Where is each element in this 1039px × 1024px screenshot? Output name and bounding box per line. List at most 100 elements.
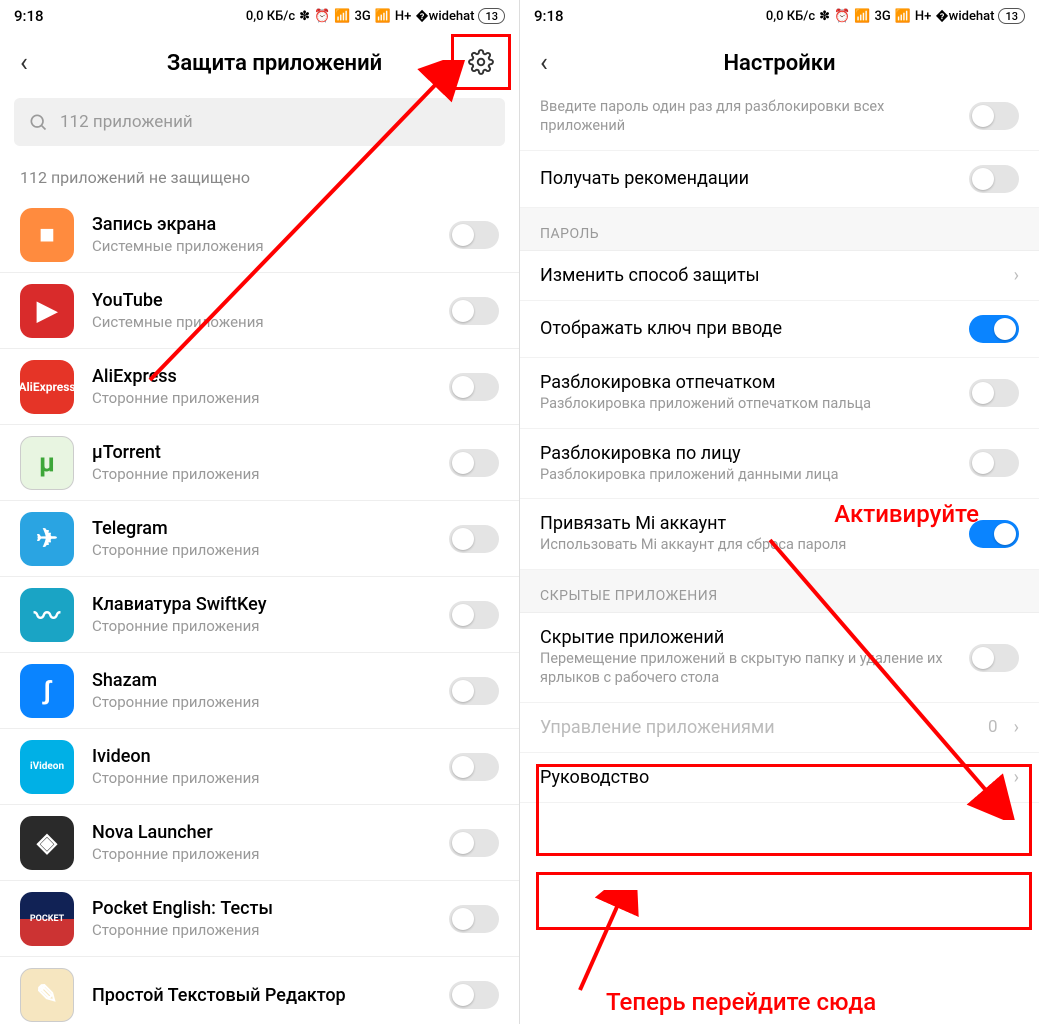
toggle[interactable]	[449, 677, 499, 705]
back-button[interactable]: ‹	[20, 48, 50, 78]
signal2-icon: 📶	[375, 9, 391, 24]
app-name: Клавиатура SwiftKey	[92, 594, 449, 615]
app-subtitle: Сторонние приложения	[92, 693, 449, 711]
back-button[interactable]: ‹	[540, 48, 570, 78]
app-info: Простой Текстовый Редактор	[92, 985, 449, 1006]
header: ‹ Защита приложений	[0, 32, 519, 94]
battery-icon: 13	[478, 8, 505, 24]
app-name: Pocket English: Тесты	[92, 898, 449, 919]
app-row[interactable]: ■ Запись экрана Системные приложения	[0, 197, 519, 273]
app-row[interactable]: ▶ YouTube Системные приложения	[0, 273, 519, 349]
app-info: Запись экрана Системные приложения	[92, 214, 449, 255]
setting-guide[interactable]: Руководство ›	[520, 753, 1039, 803]
dnd-icon: ✽	[819, 9, 830, 24]
setting-hide-apps[interactable]: Скрытие приложений Перемещение приложени…	[520, 613, 1039, 703]
app-subtitle: Системные приложения	[92, 313, 449, 331]
setting-show-key[interactable]: Отображать ключ при вводе	[520, 301, 1039, 358]
setting-manage-apps[interactable]: Управление приложениями 0 ›	[520, 703, 1039, 753]
toggle[interactable]	[449, 449, 499, 477]
app-name: Ivideon	[92, 746, 449, 767]
app-row[interactable]: ◈ Nova Launcher Сторонние приложения	[0, 805, 519, 881]
setting-group-unlock[interactable]: Введите пароль один раз для разблокировк…	[520, 94, 1039, 151]
app-row[interactable]: ʃ Shazam Сторонние приложения	[0, 653, 519, 729]
toggle[interactable]	[969, 165, 1019, 193]
setting-face[interactable]: Разблокировка по лицу Разблокировка прил…	[520, 429, 1039, 500]
app-subtitle: Сторонние приложения	[92, 541, 449, 559]
app-row[interactable]: ✈ Telegram Сторонние приложения	[0, 501, 519, 577]
app-name: μTorrent	[92, 442, 449, 463]
toggle[interactable]	[449, 829, 499, 857]
app-row[interactable]: POCKET Pocket English: Тесты Сторонние п…	[0, 881, 519, 957]
setting-sub: Введите пароль один раз для разблокировк…	[540, 98, 959, 136]
app-row[interactable]: iVideon Ivideon Сторонние приложения	[0, 729, 519, 805]
toggle[interactable]	[449, 525, 499, 553]
toggle[interactable]	[969, 379, 1019, 407]
page-title: Защита приложений	[50, 51, 499, 76]
app-subtitle: Сторонние приложения	[92, 921, 449, 939]
toggle[interactable]	[449, 753, 499, 781]
app-info: YouTube Системные приложения	[92, 290, 449, 331]
gear-highlight-box	[451, 34, 511, 90]
app-subtitle: Сторонние приложения	[92, 389, 449, 407]
toggle[interactable]	[969, 644, 1019, 672]
dnd-icon: ✽	[299, 9, 310, 24]
wifi-icon: �widehat	[935, 9, 994, 24]
setting-fingerprint[interactable]: Разблокировка отпечатком Разблокировка п…	[520, 358, 1039, 429]
net-3g: 3G	[354, 9, 370, 24]
app-icon: ✎	[20, 968, 74, 1022]
chevron-right-icon: ›	[1014, 717, 1019, 738]
status-speed: 0,0 КБ/с	[766, 9, 815, 24]
app-icon: ▶	[20, 284, 74, 338]
toggle[interactable]	[449, 297, 499, 325]
app-icon: POCKET	[20, 892, 74, 946]
app-name: AliExpress	[92, 366, 449, 387]
gear-icon[interactable]	[468, 49, 494, 75]
app-subtitle: Сторонние приложения	[92, 769, 449, 787]
status-bar: 9:18 0,0 КБ/с ✽ ⏰ 📶 3G 📶 H+ �widehat 13	[0, 0, 519, 32]
app-name: Shazam	[92, 670, 449, 691]
app-icon: AliExpress	[20, 360, 74, 414]
app-name: YouTube	[92, 290, 449, 311]
toggle[interactable]	[969, 102, 1019, 130]
wifi-icon: �widehat	[415, 9, 474, 24]
app-icon: ʃ	[20, 664, 74, 718]
apps-unprotected-hint: 112 приложений не защищено	[0, 154, 519, 197]
toggle[interactable]	[969, 315, 1019, 343]
net-3g: 3G	[874, 9, 890, 24]
toggle[interactable]	[449, 373, 499, 401]
app-info: AliExpress Сторонние приложения	[92, 366, 449, 407]
signal-icon: 📶	[854, 9, 870, 24]
toggle[interactable]	[449, 981, 499, 1009]
search-box[interactable]: 112 приложений	[14, 98, 505, 146]
search-placeholder: 112 приложений	[60, 112, 193, 132]
app-subtitle: Сторонние приложения	[92, 845, 449, 863]
phone-right: 9:18 0,0 КБ/с ✽ ⏰ 📶 3G 📶 H+ �widehat 13 …	[519, 0, 1039, 1024]
toggle[interactable]	[449, 221, 499, 249]
toggle[interactable]	[969, 449, 1019, 477]
app-row[interactable]: μ μTorrent Сторонние приложения	[0, 425, 519, 501]
status-speed: 0,0 КБ/с	[246, 9, 295, 24]
app-icon: μ	[20, 436, 74, 490]
section-password: ПАРОЛЬ	[520, 208, 1039, 251]
page-title: Настройки	[570, 51, 989, 76]
toggle[interactable]	[449, 905, 499, 933]
toggle[interactable]	[449, 601, 499, 629]
app-info: μTorrent Сторонние приложения	[92, 442, 449, 483]
status-time: 9:18	[14, 7, 44, 25]
annotation-goto: Теперь перейдите сюда	[606, 988, 876, 1016]
net-hp: H+	[395, 9, 411, 24]
phone-left: 9:18 0,0 КБ/с ✽ ⏰ 📶 3G 📶 H+ �widehat 13 …	[0, 0, 519, 1024]
status-time: 9:18	[534, 7, 564, 25]
app-subtitle: Системные приложения	[92, 237, 449, 255]
app-row[interactable]: AliExpress AliExpress Сторонние приложен…	[0, 349, 519, 425]
app-row[interactable]: ✎ Простой Текстовый Редактор	[0, 957, 519, 1024]
setting-change-method[interactable]: Изменить способ защиты ›	[520, 251, 1039, 301]
app-row[interactable]: 〰 Клавиатура SwiftKey Сторонние приложен…	[0, 577, 519, 653]
toggle[interactable]	[969, 520, 1019, 548]
app-list: ■ Запись экрана Системные приложения ▶ Y…	[0, 197, 519, 1024]
app-info: Nova Launcher Сторонние приложения	[92, 822, 449, 863]
search-icon	[28, 112, 48, 132]
status-bar: 9:18 0,0 КБ/с ✽ ⏰ 📶 3G 📶 H+ �widehat 13	[520, 0, 1039, 32]
setting-recommendations[interactable]: Получать рекомендации	[520, 151, 1039, 208]
setting-mi-account[interactable]: Привязать Mi аккаунт Использовать Mi акк…	[520, 499, 1039, 570]
